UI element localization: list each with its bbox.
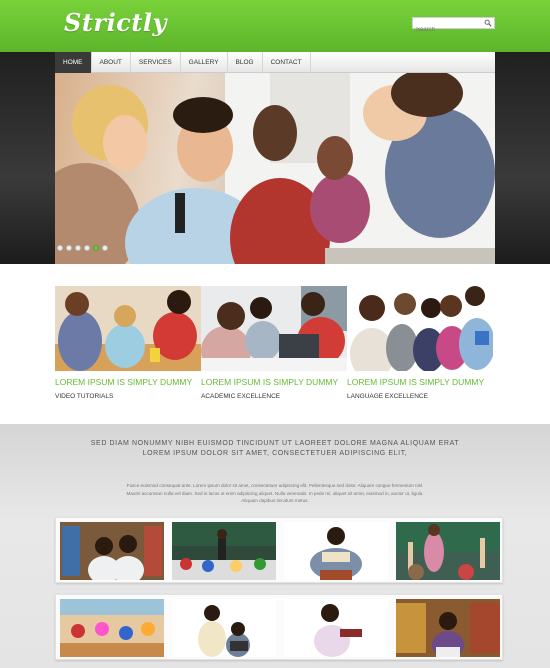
slider-dot[interactable]: [84, 245, 90, 251]
nav-about[interactable]: ABOUT: [92, 52, 131, 73]
feature-title[interactable]: LOREM IPSUM IS SIMPLY DUMMY: [201, 377, 347, 387]
hero-slider-image[interactable]: [55, 73, 495, 264]
gallery-row-1: [55, 517, 503, 583]
search-input[interactable]: [413, 25, 481, 35]
slider-dot-active[interactable]: [93, 245, 99, 251]
students-laptop-photo: [201, 286, 347, 371]
intro-heading: SED DIAM NONUMMY NIBH EUISMOD TINCIDUNT …: [60, 439, 490, 459]
slider-dot[interactable]: [102, 245, 108, 251]
gallery-thumb[interactable]: [172, 522, 276, 580]
search-icon[interactable]: [484, 19, 492, 27]
feature-title[interactable]: LOREM IPSUM IS SIMPLY DUMMY: [347, 377, 493, 387]
gallery-thumb[interactable]: [396, 522, 500, 580]
slider-dot[interactable]: [66, 245, 72, 251]
kids-drawing-photo: [55, 286, 201, 371]
boy-reading-photo: [284, 522, 388, 580]
classroom-board-photo: [172, 522, 276, 580]
nav-services[interactable]: SERVICES: [131, 52, 181, 73]
gallery-row-2: [55, 594, 503, 660]
intro-small-1: Fusce euismod consequat ante. Lorem ipsu…: [126, 483, 424, 488]
feature-image[interactable]: [347, 286, 493, 371]
slider-dot[interactable]: [75, 245, 81, 251]
intro-line-1: SED DIAM NONUMMY NIBH EUISMOD TINCIDUNT …: [90, 440, 460, 447]
gallery-thumb[interactable]: [60, 599, 164, 657]
students-classroom-photo: [55, 73, 495, 264]
feature-subtitle: VIDEO TUTORIALS: [55, 393, 114, 400]
feature-video-tutorials: LOREM IPSUM IS SIMPLY DUMMY VIDEO TUTORI…: [55, 286, 201, 400]
search-box[interactable]: [412, 17, 495, 35]
intro-small-3: Aliquam dapibus tincidunt metus.: [241, 498, 309, 503]
slider-dot[interactable]: [57, 245, 63, 251]
main-nav: HOME ABOUT SERVICES GALLERY BLOG CONTACT: [55, 52, 495, 73]
feature-image[interactable]: [201, 286, 347, 371]
nav-home[interactable]: HOME: [55, 52, 92, 73]
gallery-thumb[interactable]: [284, 599, 388, 657]
feature-subtitle: LANGUAGE EXCELLENCE: [347, 393, 428, 400]
gallery-thumb[interactable]: [60, 522, 164, 580]
slider-dots: [57, 245, 108, 251]
nav-contact[interactable]: CONTACT: [263, 52, 311, 73]
gallery-thumb[interactable]: [396, 599, 500, 657]
intro-small-2: Mauris accumsan nulla vel diam. Sed in l…: [126, 490, 424, 496]
gallery-thumb[interactable]: [172, 599, 276, 657]
feature-subtitle: ACADEMIC EXCELLENCE: [201, 393, 281, 400]
girl-book-photo: [284, 599, 388, 657]
nav-gallery[interactable]: GALLERY: [181, 52, 228, 73]
feature-title[interactable]: LOREM IPSUM IS SIMPLY DUMMY: [55, 377, 201, 387]
library-students-photo: [60, 522, 164, 580]
teacher-student-photo: [172, 599, 276, 657]
feature-image[interactable]: [55, 286, 201, 371]
nav-blog[interactable]: BLOG: [228, 52, 263, 73]
library-girl-photo: [396, 599, 500, 657]
students-group-photo: [347, 286, 493, 371]
feature-academic-excellence: LOREM IPSUM IS SIMPLY DUMMY ACADEMIC EXC…: [201, 286, 347, 400]
site-logo[interactable]: Strictly: [64, 8, 167, 37]
intro-line-2: LOREM IPSUM DOLOR SIT AMET, CONSECTETUER…: [142, 450, 408, 457]
raised-hands-photo: [396, 522, 500, 580]
kids-classroom-photo: [60, 599, 164, 657]
intro-body: Fusce euismod consequat ante. Lorem ipsu…: [60, 482, 490, 505]
site-header: Strictly: [0, 0, 550, 52]
feature-language-excellence: LOREM IPSUM IS SIMPLY DUMMY LANGUAGE EXC…: [347, 286, 493, 400]
gallery-thumb[interactable]: [284, 522, 388, 580]
